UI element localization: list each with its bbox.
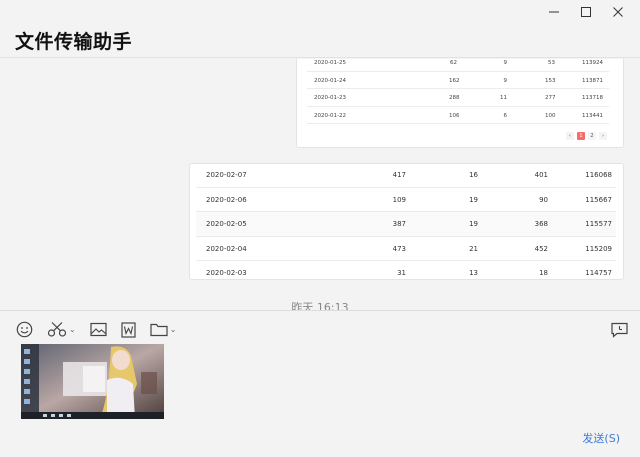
maximize-button[interactable] bbox=[570, 4, 602, 20]
chat-history-button[interactable] bbox=[611, 322, 628, 342]
table-row: 2020-02-03 31 13 18 114757 bbox=[196, 261, 616, 279]
chevron-down-icon[interactable]: ⌄ bbox=[69, 325, 76, 334]
table-row: 2020-02-05 387 19 368 115577 bbox=[196, 212, 616, 237]
table-row: 2020-02-04 473 21 452 115209 bbox=[196, 237, 616, 261]
screenshot-button[interactable]: ⌄ bbox=[47, 321, 76, 338]
pagination-next[interactable]: › bbox=[599, 132, 607, 140]
attachment-thumbnail[interactable] bbox=[21, 344, 164, 419]
table-row: 2020-01-23 288 11 277 113718 bbox=[307, 89, 609, 107]
minimize-button[interactable] bbox=[538, 4, 570, 20]
emoji-button[interactable] bbox=[16, 321, 33, 338]
data-table: 2020-01-25 62 9 53 113924 2020-01-24 162… bbox=[307, 59, 609, 124]
message-screenshot-table-feb[interactable]: 2020-02-07 417 16 401 116068 2020-02-06 … bbox=[189, 163, 624, 280]
chat-title: 文件传输助手 bbox=[15, 31, 133, 53]
image-icon bbox=[90, 322, 107, 337]
window-controls bbox=[538, 4, 634, 20]
table-row: 2020-02-07 417 16 401 116068 bbox=[196, 164, 616, 188]
minimize-icon bbox=[549, 11, 559, 13]
chevron-down-icon[interactable]: ⌄ bbox=[170, 325, 177, 334]
message-timestamp: 昨天 16:13 bbox=[291, 301, 349, 310]
table-row: 2020-02-06 109 19 90 115667 bbox=[196, 188, 616, 212]
word-doc-button[interactable] bbox=[121, 321, 136, 338]
maximize-icon bbox=[581, 7, 591, 17]
table-row: 2020-01-24 162 9 153 113871 bbox=[307, 72, 609, 89]
table-row: 2020-01-22 106 6 100 113441 bbox=[307, 107, 609, 124]
screenshot-thumbnail-image bbox=[21, 344, 164, 419]
close-icon bbox=[613, 7, 623, 17]
close-button[interactable] bbox=[602, 4, 634, 20]
pagination: ‹ 1 2 › bbox=[566, 132, 607, 140]
pagination-page-1[interactable]: 1 bbox=[577, 132, 585, 140]
message-screenshot-table-jan[interactable]: 2020-01-25 62 9 53 113924 2020-01-24 162… bbox=[296, 59, 624, 148]
chat-messages[interactable]: 2020-01-25 62 9 53 113924 2020-01-24 162… bbox=[0, 59, 640, 310]
data-table: 2020-02-07 417 16 401 116068 2020-02-06 … bbox=[196, 164, 616, 279]
file-button[interactable]: ⌄ bbox=[150, 322, 177, 337]
image-button[interactable] bbox=[90, 322, 107, 337]
chat-history-icon bbox=[611, 322, 628, 338]
pagination-prev[interactable]: ‹ bbox=[566, 132, 574, 140]
send-button[interactable]: 发送(S) bbox=[582, 430, 620, 446]
message-composer: ⌄ ⌄ 发送(S) bbox=[0, 310, 640, 457]
word-icon bbox=[121, 321, 136, 338]
pagination-page-2[interactable]: 2 bbox=[588, 132, 596, 140]
scissors-icon bbox=[47, 322, 67, 337]
composer-toolbar: ⌄ ⌄ bbox=[16, 321, 190, 338]
emoji-icon bbox=[16, 321, 33, 338]
folder-icon bbox=[150, 323, 168, 337]
table-row: 2020-01-25 62 9 53 113924 bbox=[307, 59, 609, 72]
